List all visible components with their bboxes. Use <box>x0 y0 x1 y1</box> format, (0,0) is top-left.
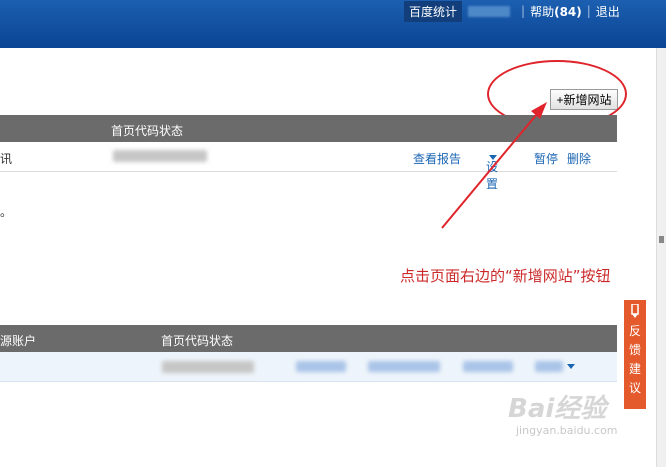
col-code-status: 首页代码状态 <box>161 334 234 348</box>
account-table-header: 源账户 首页代码状态 <box>0 325 617 352</box>
feedback-button[interactable]: 反 馈 建 议 <box>624 300 646 409</box>
arrow-head-icon <box>531 102 547 119</box>
settings-dropdown-blurred[interactable] <box>535 361 563 372</box>
chevron-down-icon <box>567 364 575 369</box>
feedback-char: 反 <box>628 324 641 338</box>
table-row <box>0 352 617 382</box>
col-account: 源账户 <box>0 334 37 348</box>
action-link-blurred[interactable] <box>296 361 346 372</box>
arrow-line <box>441 113 538 229</box>
pencil-icon <box>631 303 639 318</box>
annotation-text: 点击页面右边的“新增网站”按钮 <box>400 267 611 285</box>
action-link-blurred[interactable] <box>368 361 440 372</box>
action-link-blurred[interactable] <box>463 361 513 372</box>
feedback-char: 议 <box>628 381 641 395</box>
baidu-watermark-url: jingyan.baidu.com <box>516 424 618 437</box>
feedback-char: 馈 <box>628 343 641 357</box>
status-blurred <box>162 361 254 373</box>
baidu-watermark-logo: Bai经验 <box>508 394 607 424</box>
feedback-char: 建 <box>628 362 641 376</box>
